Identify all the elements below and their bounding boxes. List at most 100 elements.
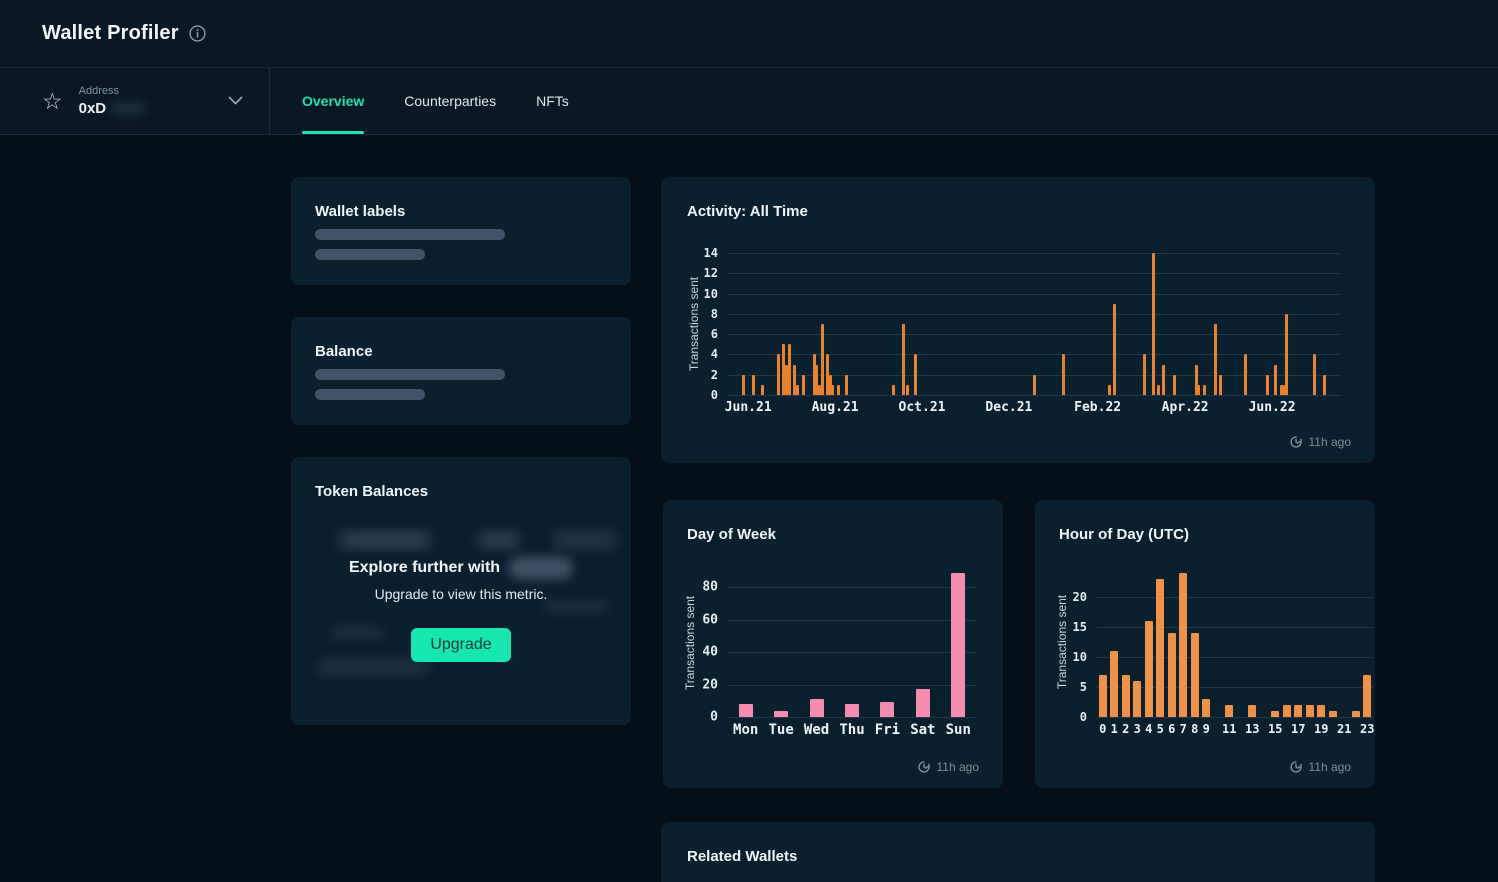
gridline bbox=[1097, 597, 1373, 598]
blurred-content bbox=[340, 532, 430, 548]
x-tick-label: Oct.21 bbox=[899, 400, 946, 415]
chart-bar bbox=[1179, 573, 1187, 717]
chart-bar bbox=[810, 699, 824, 717]
chart-bar bbox=[788, 344, 791, 395]
x-tick-label: 23 bbox=[1360, 722, 1374, 736]
wallet-labels-title: Wallet labels bbox=[315, 203, 405, 220]
chart-bar bbox=[1323, 375, 1326, 395]
x-tick-label: Apr.22 bbox=[1162, 400, 1209, 415]
wallet-profiler-app: Wallet Profiler ☆ Address 0xD Overview C… bbox=[0, 0, 1498, 882]
skeleton-bar bbox=[315, 369, 505, 380]
related-wallets-card: Related Wallets bbox=[661, 822, 1375, 882]
x-tick-label: Mon bbox=[733, 722, 758, 738]
gridline bbox=[728, 354, 1340, 355]
y-tick-label: 80 bbox=[670, 580, 718, 595]
history-clock-icon bbox=[1289, 760, 1303, 774]
chart-bar bbox=[1214, 324, 1217, 395]
chart-bar bbox=[906, 385, 909, 395]
wallet-labels-card: Wallet labels bbox=[291, 177, 631, 285]
chart-bar bbox=[785, 365, 788, 395]
tab-counterparties[interactable]: Counterparties bbox=[404, 68, 496, 134]
history-clock-icon bbox=[917, 760, 931, 774]
balance-card: Balance bbox=[291, 317, 631, 425]
chart-bar bbox=[1271, 711, 1279, 717]
hour-of-day-updated: 11h ago bbox=[1289, 760, 1352, 774]
chart-bar bbox=[837, 385, 840, 395]
balance-title: Balance bbox=[315, 343, 373, 360]
chart-bar bbox=[761, 385, 764, 395]
tab-overview[interactable]: Overview bbox=[302, 68, 364, 134]
x-tick-label: 6 bbox=[1168, 722, 1175, 736]
chart-bar bbox=[1133, 681, 1141, 717]
x-tick-label: Wed bbox=[804, 722, 829, 738]
x-tick-label: 7 bbox=[1180, 722, 1187, 736]
hour-of-day-card: Hour of Day (UTC) 05101520Transactions s… bbox=[1035, 500, 1375, 788]
chart-bar bbox=[1099, 675, 1107, 717]
chart-bar bbox=[1329, 711, 1337, 717]
address-selector[interactable]: ☆ Address 0xD bbox=[0, 68, 270, 134]
chart-bar bbox=[1197, 385, 1200, 395]
x-tick-label: 15 bbox=[1268, 722, 1282, 736]
x-tick-label: Aug.21 bbox=[812, 400, 859, 415]
upsell-subtext: Upgrade to view this metric. bbox=[375, 586, 548, 602]
chart-bar bbox=[774, 711, 788, 717]
chart-bar bbox=[1294, 705, 1302, 717]
chart-bar bbox=[1266, 375, 1269, 395]
info-icon[interactable] bbox=[189, 25, 206, 42]
x-tick-label: 19 bbox=[1314, 722, 1328, 736]
upsell-heading: Explore further with bbox=[349, 557, 573, 579]
y-tick-label: 14 bbox=[670, 246, 718, 260]
skeleton-bar bbox=[315, 249, 425, 260]
gridline bbox=[728, 620, 976, 621]
x-tick-label: 8 bbox=[1191, 722, 1198, 736]
chart-bar bbox=[1033, 375, 1036, 395]
chart-bar bbox=[1248, 705, 1256, 717]
chart-bar bbox=[1143, 354, 1146, 395]
chart-bar bbox=[902, 324, 905, 395]
gridline bbox=[728, 587, 976, 588]
activity-updated: 11h ago bbox=[1289, 435, 1352, 449]
x-tick-label: Tue bbox=[768, 722, 793, 738]
chart-bar bbox=[1274, 365, 1277, 395]
y-axis-label: Transactions sent bbox=[687, 277, 701, 371]
chart-bar bbox=[892, 385, 895, 395]
chart-bar bbox=[1145, 621, 1153, 717]
y-axis-label: Transactions sent bbox=[683, 595, 697, 689]
chart-bar bbox=[1173, 375, 1176, 395]
chart-bar bbox=[777, 354, 780, 395]
x-tick-label: Sat bbox=[910, 722, 935, 738]
x-tick-label: Jun.21 bbox=[725, 400, 772, 415]
gridline bbox=[1097, 657, 1373, 658]
chart-bar bbox=[916, 689, 930, 717]
gridline bbox=[728, 685, 976, 686]
gridline bbox=[1097, 717, 1373, 718]
chart-bar bbox=[1225, 705, 1233, 717]
token-balances-card: Token Balances Explore further with Upgr… bbox=[291, 457, 631, 725]
related-wallets-title: Related Wallets bbox=[687, 848, 797, 865]
x-tick-label: 4 bbox=[1145, 722, 1152, 736]
gridline bbox=[728, 273, 1340, 274]
chart-bar bbox=[914, 354, 917, 395]
chart-bar bbox=[796, 385, 799, 395]
x-tick-label: 11 bbox=[1222, 722, 1236, 736]
chart-bar bbox=[1152, 253, 1155, 395]
chart-bar bbox=[1202, 699, 1210, 717]
chart-bar bbox=[1110, 651, 1118, 717]
skeleton-bar bbox=[315, 229, 505, 240]
chart-bar bbox=[821, 324, 824, 395]
favorite-star-icon[interactable]: ☆ bbox=[42, 90, 63, 113]
chart-bar bbox=[1113, 304, 1116, 395]
upgrade-button[interactable]: Upgrade bbox=[411, 628, 510, 662]
y-tick-label: 0 bbox=[670, 388, 718, 402]
x-tick-label: 3 bbox=[1134, 722, 1141, 736]
chart-bar bbox=[1363, 675, 1371, 717]
subheader: ☆ Address 0xD Overview Counterparties NF… bbox=[0, 68, 1498, 135]
address-display: Address 0xD bbox=[79, 85, 146, 117]
x-tick-label: Feb.22 bbox=[1074, 400, 1121, 415]
chart-bar bbox=[845, 375, 848, 395]
chart-bar bbox=[1203, 385, 1206, 395]
gridline bbox=[728, 334, 1340, 335]
chart-bar bbox=[1162, 365, 1165, 395]
tab-nfts[interactable]: NFTs bbox=[536, 68, 569, 134]
chart-bar bbox=[831, 385, 834, 395]
